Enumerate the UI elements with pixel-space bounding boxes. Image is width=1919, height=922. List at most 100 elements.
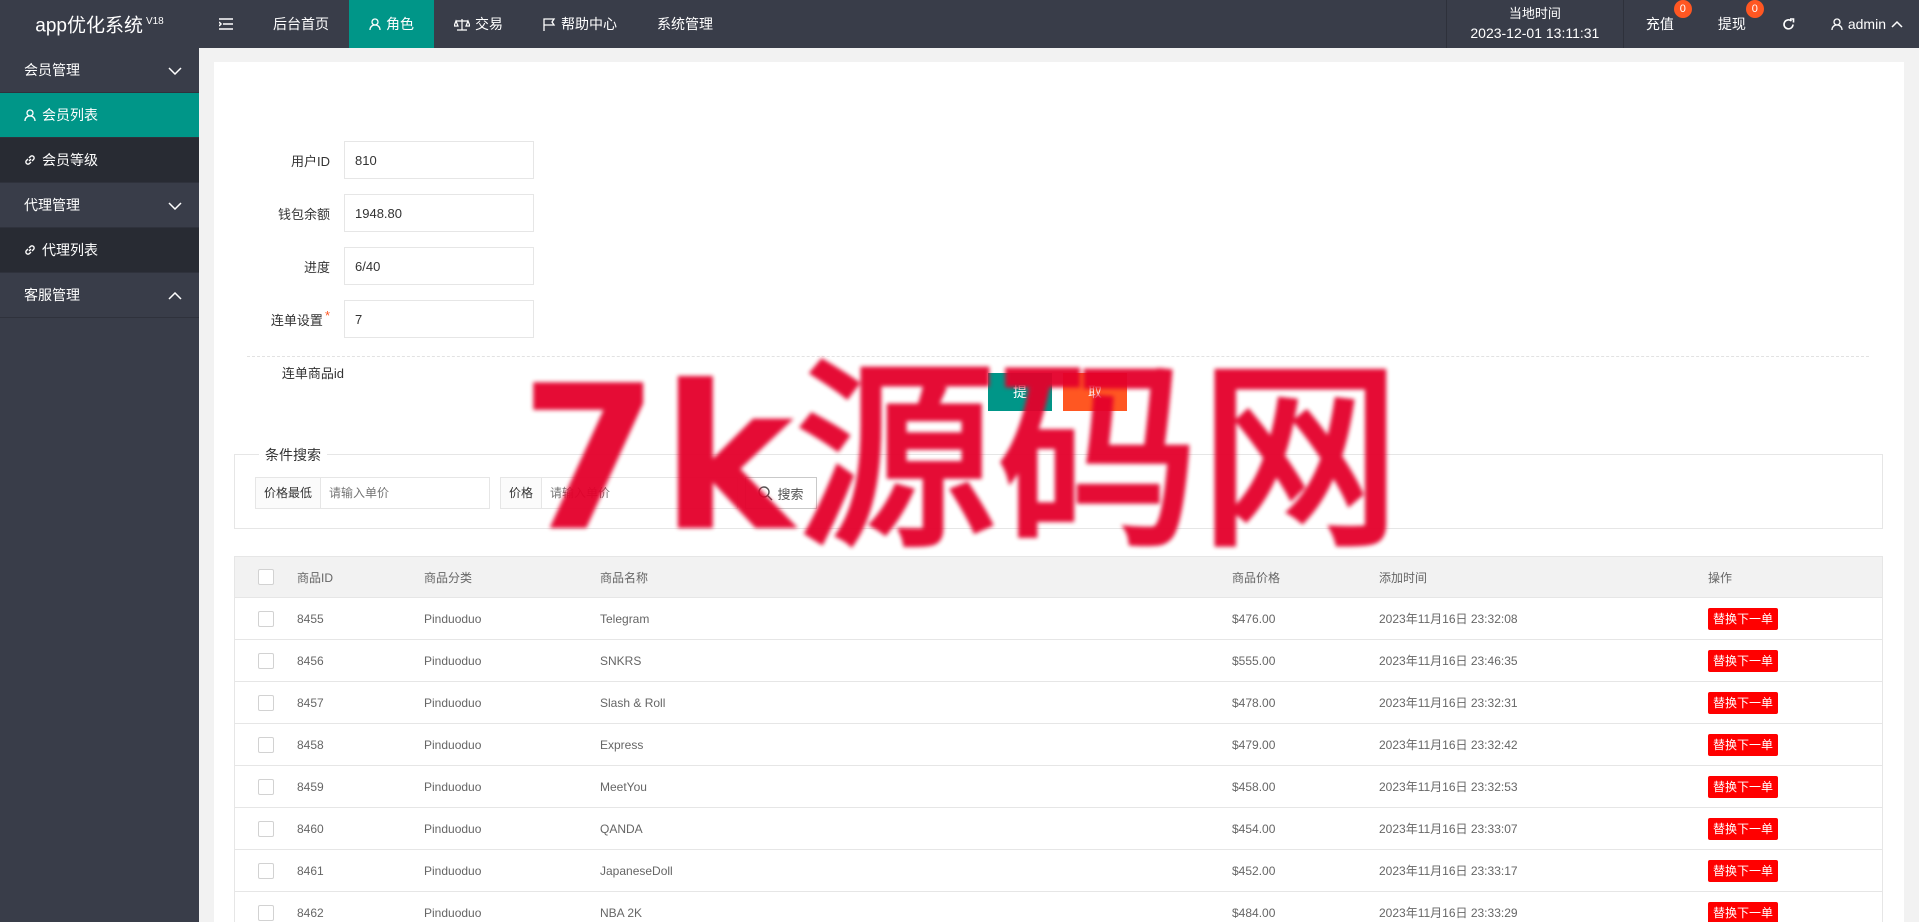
top-nav: 后台首页 角色 交易 帮助中心 系统管理	[199, 0, 733, 48]
cell-category: Pinduoduo	[424, 863, 482, 878]
col-action: 操作	[1708, 570, 1733, 585]
select-all-cell	[235, 569, 297, 585]
table-row: 8459 Pinduoduo MeetYou $458.00 2023年11月16日 2…	[235, 766, 1882, 808]
balance-label: 钱包余额	[277, 206, 330, 222]
row-checkbox[interactable]	[258, 778, 274, 795]
cell-name: Slash & Roll	[600, 695, 666, 710]
progress-field[interactable]	[344, 247, 534, 285]
row-checkbox[interactable]	[258, 610, 274, 627]
top-header: app优化系统 V18 后台首页 角色 交易 帮助中心 系统管理 当地时间 202…	[0, 0, 1919, 48]
search-button[interactable]: 搜索	[745, 477, 817, 509]
sidebar-group-label: 客服管理	[24, 287, 80, 303]
replace-next-button[interactable]: 替换下一单	[1708, 607, 1779, 630]
user-id-field[interactable]	[344, 141, 534, 179]
nav-role[interactable]: 角色	[349, 0, 434, 48]
min-price-input[interactable]	[321, 477, 491, 509]
cell-goods-id: 8455	[297, 611, 324, 626]
replace-next-button[interactable]: 替换下一单	[1708, 817, 1779, 840]
sidebar-group-service[interactable]: 客服管理	[0, 273, 199, 318]
menu-toggle-button[interactable]	[199, 0, 253, 48]
cell-action: 替换下一单	[1708, 775, 1878, 798]
cell-time: 2023年11月16日 23:32:42	[1379, 738, 1518, 752]
cancel-button[interactable]: 取	[1063, 373, 1127, 411]
cell-price: $458.00	[1232, 779, 1276, 794]
sidebar-item-label: 代理列表	[42, 241, 98, 258]
select-all-checkbox[interactable]	[258, 569, 274, 585]
goods-table: 商品ID 商品分类 商品名称 商品价格 添加时间 操作 8455 Pinduodu…	[234, 556, 1883, 922]
nav-help[interactable]: 帮助中心	[523, 0, 637, 48]
user-icon	[1831, 17, 1843, 30]
search-icon	[758, 485, 773, 500]
search-legend: 条件搜索	[259, 445, 327, 465]
cell-goods-id: 8462	[297, 905, 324, 920]
replace-next-button[interactable]: 替换下一单	[1708, 691, 1779, 714]
cell-price: $452.00	[1232, 863, 1276, 878]
nav-trade[interactable]: 交易	[434, 0, 523, 48]
row-checkbox[interactable]	[258, 652, 274, 669]
app-logo[interactable]: app优化系统 V18	[0, 0, 199, 48]
row-checkbox[interactable]	[258, 904, 274, 921]
balance-field[interactable]	[344, 194, 534, 232]
row-select-cell	[235, 610, 297, 627]
cell-action: 替换下一单	[1708, 733, 1878, 756]
cell-time: 2023年11月16日 23:32:53	[1379, 780, 1518, 794]
progress-row: 进度	[214, 247, 534, 285]
local-time-label: 当地时间	[1508, 6, 1561, 21]
table-row: 8457 Pinduoduo Slash & Roll $478.00 2023年11月…	[235, 682, 1882, 724]
replace-next-button[interactable]: 替换下一单	[1708, 775, 1779, 798]
chevron-up-icon	[1891, 20, 1903, 28]
row-select-cell	[235, 820, 297, 837]
app-version: V18	[145, 16, 164, 27]
combo-label: 连单设置 *	[214, 308, 344, 329]
cell-name: NBA 2K	[600, 905, 643, 920]
cell-category: Pinduoduo	[424, 779, 482, 794]
sidebar-group-member[interactable]: 会员管理	[0, 48, 199, 93]
replace-next-button[interactable]: 替换下一单	[1708, 649, 1779, 672]
user-id-label: 用户ID	[290, 153, 330, 169]
cell-price: $478.00	[1232, 695, 1276, 710]
row-checkbox[interactable]	[258, 694, 274, 711]
cell-category: Pinduoduo	[424, 611, 482, 626]
col-price: 商品价格	[1232, 570, 1281, 585]
sidebar-item-member-level[interactable]: 会员等级	[0, 138, 199, 183]
refresh-button[interactable]	[1768, 0, 1809, 48]
cell-goods-id: 8456	[297, 653, 324, 668]
max-price-input[interactable]	[542, 477, 739, 509]
table-row: 8455 Pinduoduo Telegram $476.00 2023年11月16日 …	[235, 598, 1882, 640]
user-id-row: 用户ID	[214, 141, 534, 179]
withdraw-button[interactable]: 提现 0	[1696, 0, 1768, 48]
menu-fold-icon	[219, 18, 233, 30]
sidebar-group-agent[interactable]: 代理管理	[0, 183, 199, 228]
row-checkbox[interactable]	[258, 862, 274, 879]
user-menu[interactable]: admin	[1809, 0, 1919, 48]
cell-action: 替换下一单	[1708, 649, 1878, 672]
sidebar-item-member-list[interactable]: 会员列表	[0, 93, 199, 138]
nav-home[interactable]: 后台首页	[253, 0, 349, 48]
nav-system[interactable]: 系统管理	[637, 0, 733, 48]
sidebar-item-agent-list[interactable]: 代理列表	[0, 228, 199, 273]
min-price-group: 价格最低	[255, 477, 491, 509]
recharge-badge: 0	[1673, 0, 1692, 18]
row-checkbox[interactable]	[258, 820, 274, 837]
cell-action: 替换下一单	[1708, 817, 1878, 840]
cell-price: $479.00	[1232, 737, 1276, 752]
cell-goods-id: 8457	[297, 695, 324, 710]
row-select-cell	[235, 862, 297, 879]
submit-button[interactable]: 提	[988, 373, 1052, 411]
cell-goods-id: 8458	[297, 737, 324, 752]
replace-next-button[interactable]: 替换下一单	[1708, 901, 1779, 922]
combo-field[interactable]	[344, 300, 534, 338]
flag-icon	[543, 17, 556, 31]
replace-next-button[interactable]: 替换下一单	[1708, 859, 1779, 882]
cell-action: 替换下一单	[1708, 859, 1878, 882]
cell-time: 2023年11月16日 23:33:17	[1379, 864, 1518, 878]
recharge-button[interactable]: 充值 0	[1624, 0, 1696, 48]
row-checkbox[interactable]	[258, 736, 274, 753]
col-time: 添加时间	[1379, 570, 1428, 585]
cell-price: $454.00	[1232, 821, 1276, 836]
cell-name: MeetYou	[600, 779, 647, 794]
nav-system-label: 系统管理	[657, 16, 713, 32]
form-divider	[247, 356, 1869, 357]
replace-next-button[interactable]: 替换下一单	[1708, 733, 1779, 756]
user-icon	[369, 17, 381, 30]
